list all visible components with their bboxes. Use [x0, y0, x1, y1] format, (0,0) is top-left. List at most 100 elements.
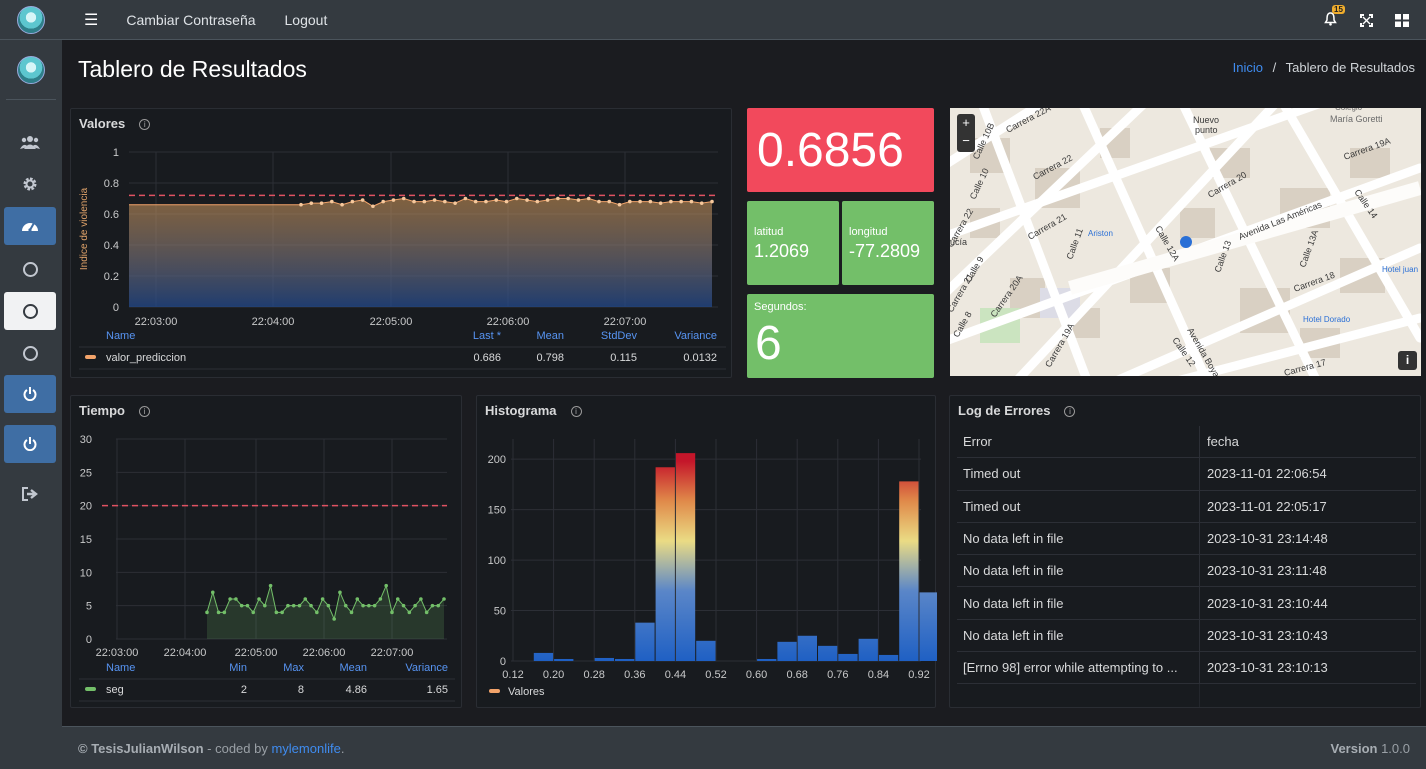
histograma-panel: Histograma i 0 50 100 150 200 0.12 0.20 0.28 0.36…: [476, 395, 937, 708]
cell-fecha: 2023-11-01 22:06:54: [1207, 466, 1327, 482]
data-point: [413, 603, 417, 608]
logout-link[interactable]: Logout: [285, 12, 328, 28]
map-info-button[interactable]: i: [1398, 351, 1417, 370]
version-label: Version: [1330, 740, 1378, 756]
grid-icon[interactable]: [1384, 13, 1420, 27]
data-point: [251, 610, 256, 615]
circle-icon[interactable]: [4, 292, 56, 330]
data-point: [309, 201, 314, 205]
data-point: [326, 603, 331, 608]
data-point: [597, 199, 601, 204]
table-row-partial: [957, 684, 1416, 707]
notifications-button[interactable]: 15: [1312, 4, 1348, 29]
legend-header-mean: Mean: [339, 662, 367, 674]
cell-error: No data left in file: [957, 522, 1200, 555]
longitude-stat: longitud -77.2809: [842, 201, 934, 285]
footer-version: Version 1.0.0: [1330, 741, 1410, 756]
series-area: [129, 198, 712, 307]
dashboard-icon[interactable]: [4, 207, 56, 245]
histogram-bar: [797, 635, 817, 661]
histogram-bar: [594, 657, 614, 661]
column-header-error[interactable]: Error: [957, 426, 1200, 458]
data-point: [381, 199, 386, 204]
x-tick-label: 22:05:00: [370, 316, 413, 328]
column-header-fecha[interactable]: fecha: [1200, 434, 1239, 449]
power-icon[interactable]: [4, 375, 56, 413]
circle-icon[interactable]: [4, 334, 56, 372]
brand-avatar: [17, 5, 45, 34]
x-tick-label: 0.60: [746, 669, 767, 681]
data-point: [432, 198, 437, 202]
histogram-bar: [757, 658, 777, 661]
user-panel[interactable]: [6, 40, 56, 100]
longitude-value: -77.2809: [849, 241, 921, 261]
y-tick-label: 0.4: [104, 240, 119, 252]
latitude-value: 1.2069: [754, 241, 810, 261]
power-icon[interactable]: [4, 425, 56, 463]
tiempo-chart: 0 5 10 15 20 25 30 22:03:00 22:04:00 22:05:00 22:0…: [79, 434, 455, 702]
map-panel[interactable]: Carrera 22A Nuevopunto ColegioMaría Gore…: [950, 108, 1421, 376]
data-point: [350, 199, 355, 204]
y-tick-label: 0: [86, 634, 92, 646]
data-point: [699, 201, 704, 205]
circle-icon[interactable]: [4, 250, 56, 288]
latitude-label: latitud: [754, 226, 784, 238]
seconds-stat: Segundos: 6: [747, 294, 934, 378]
data-point: [422, 199, 427, 204]
data-point: [442, 597, 446, 601]
footer-author-link[interactable]: mylemonlife: [271, 741, 340, 756]
cell-fecha: 2023-10-31 23:10:43: [1207, 627, 1328, 643]
data-point: [355, 597, 360, 601]
legend-value-mean: 0.798: [536, 352, 564, 364]
cell-fecha: 2023-11-01 22:05:17: [1207, 498, 1327, 514]
breadcrumb-home-link[interactable]: Inicio: [1233, 60, 1263, 75]
y-tick-label: 0.8: [104, 178, 119, 190]
valores-chart: 0 0.2 0.4 0.6 0.8 1 22:03:00 22:04:00 22:05:00 22…: [79, 147, 726, 370]
svg-text:Colegio: Colegio: [1335, 108, 1363, 112]
legend-header-max: Max: [283, 662, 304, 674]
data-point: [407, 610, 412, 615]
brand-logo[interactable]: [0, 0, 62, 40]
hamburger-icon[interactable]: ☰: [84, 10, 98, 30]
data-point: [291, 603, 296, 608]
data-point: [401, 196, 406, 201]
table-row: Timed out 2023-11-01 22:05:17: [957, 490, 1416, 523]
y-tick-label: 0: [113, 302, 119, 314]
data-point: [484, 199, 488, 204]
legend-header-stddev: StdDev: [601, 330, 638, 342]
legend-value-stddev: 0.115: [610, 352, 637, 364]
change-password-link[interactable]: Cambiar Contraseña: [126, 12, 255, 28]
data-point: [401, 603, 406, 608]
legend-header-min: Min: [229, 662, 247, 674]
panel-title: Log de Errores i: [958, 403, 1076, 418]
data-point: [367, 603, 371, 608]
legend-color-swatch: [85, 355, 96, 359]
info-icon[interactable]: i: [1064, 406, 1076, 417]
tiempo-panel: Tiempo i 0 5 10 15 20 25 30 22:03:00 22:04:00 22:0…: [70, 395, 462, 708]
data-point: [384, 583, 388, 588]
legend-color-swatch: [85, 687, 96, 691]
data-point: [315, 610, 319, 615]
footer: © TesisJulianWilson - coded by mylemonli…: [62, 726, 1426, 769]
cell-error: Timed out: [957, 458, 1200, 490]
x-tick-label: 22:03:00: [135, 316, 178, 328]
footer-copyright: © TesisJulianWilson: [78, 740, 204, 756]
data-point: [586, 196, 591, 201]
seconds-value: 6: [755, 317, 782, 370]
x-tick-label: 22:04:00: [252, 316, 295, 328]
histogram-bar: [675, 453, 696, 661]
sign-out-icon[interactable]: [4, 475, 56, 513]
fullscreen-icon[interactable]: [1348, 13, 1384, 27]
y-tick-label: 50: [494, 606, 506, 618]
legend-label: Valores: [508, 686, 545, 698]
data-point: [430, 603, 435, 608]
cell-fecha: 2023-10-31 23:14:48: [1207, 531, 1328, 547]
gear-icon[interactable]: [4, 165, 56, 203]
data-point: [372, 603, 377, 608]
legend-header-name: Name: [106, 662, 135, 674]
zoom-in-button[interactable]: +: [957, 114, 975, 132]
cell-error: No data left in file: [957, 619, 1200, 652]
svg-text:Hotel Dorado: Hotel Dorado: [1303, 315, 1351, 324]
users-icon[interactable]: [4, 123, 56, 161]
zoom-out-button[interactable]: −: [957, 132, 975, 150]
